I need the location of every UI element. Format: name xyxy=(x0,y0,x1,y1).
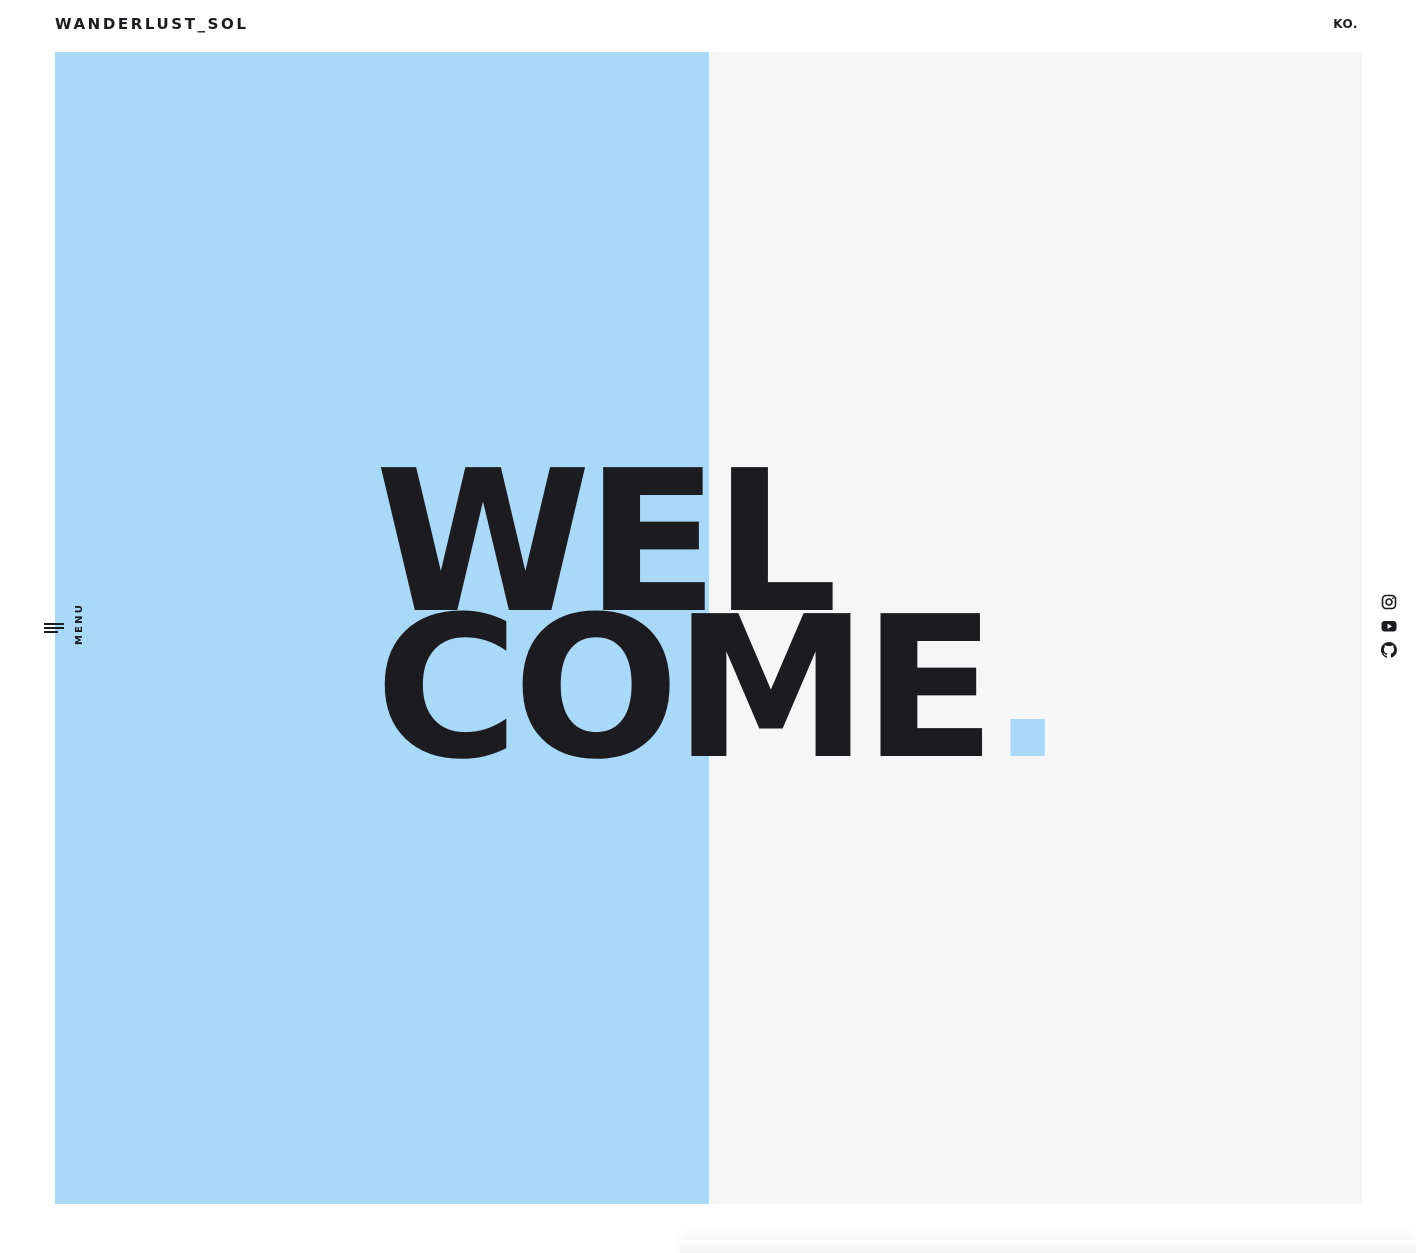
bottom-edge-shadow xyxy=(680,1240,1416,1253)
brand-logo[interactable]: WANDERLUST_SOL xyxy=(55,15,249,33)
menu-button[interactable]: MENU xyxy=(44,602,94,651)
youtube-link[interactable] xyxy=(1381,618,1399,636)
youtube-icon xyxy=(1381,621,1397,632)
language-toggle[interactable]: KO. xyxy=(1333,17,1358,31)
welcome-line-2: COME. xyxy=(375,591,1065,787)
hamburger-icon xyxy=(44,623,66,633)
instagram-icon xyxy=(1381,594,1397,610)
github-icon xyxy=(1381,642,1397,658)
instagram-link[interactable] xyxy=(1381,594,1399,612)
welcome-heading: WEL COME. xyxy=(375,445,1065,787)
menu-label: MENU xyxy=(74,602,85,645)
social-links xyxy=(1381,594,1399,666)
welcome-line-2-text: COME xyxy=(375,575,996,804)
hero-section: WEL COME. xyxy=(55,52,1362,1204)
welcome-dot: . xyxy=(990,575,1065,804)
github-link[interactable] xyxy=(1381,642,1399,660)
